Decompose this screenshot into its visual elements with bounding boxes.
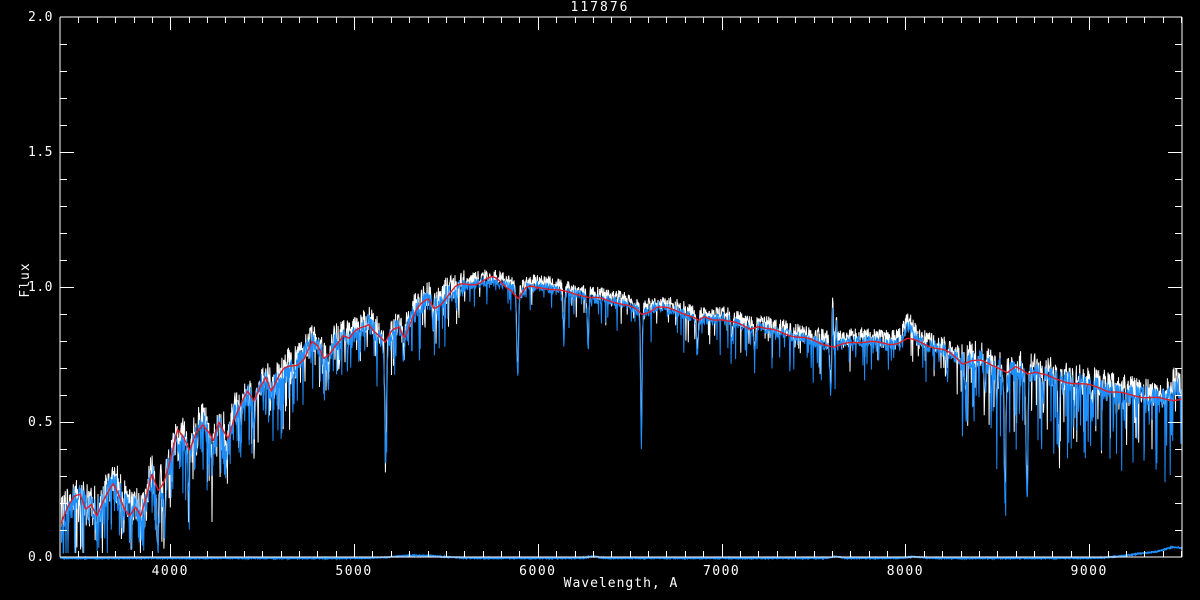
x-tick-label: 5000 bbox=[335, 564, 373, 579]
axes-frame bbox=[59, 16, 1183, 558]
x-axis-label: Wavelength, A bbox=[563, 576, 679, 591]
plot-window: 117876 Wavelength, A Flux 0.0 0.5 1.0 1.5 2.… bbox=[0, 0, 1200, 600]
x-tick-label: 6000 bbox=[519, 564, 557, 579]
y-tick-label: 0.5 bbox=[28, 415, 53, 430]
x-tick-label: 9000 bbox=[1070, 564, 1108, 579]
y-tick-label: 2.0 bbox=[28, 10, 53, 25]
y-tick-label: 1.5 bbox=[28, 145, 53, 160]
y-tick-label: 1.0 bbox=[28, 280, 53, 295]
raw-spectrum-line bbox=[61, 269, 1182, 554]
x-tick-label: 4000 bbox=[151, 564, 189, 579]
y-tick-label: 0.0 bbox=[28, 550, 53, 565]
x-tick-label: 7000 bbox=[702, 564, 741, 579]
plot-title: 117876 bbox=[570, 0, 630, 15]
axis-ticks bbox=[60, 17, 1182, 557]
x-tick-label: 8000 bbox=[886, 564, 925, 579]
spectrum-plot bbox=[59, 16, 1183, 561]
